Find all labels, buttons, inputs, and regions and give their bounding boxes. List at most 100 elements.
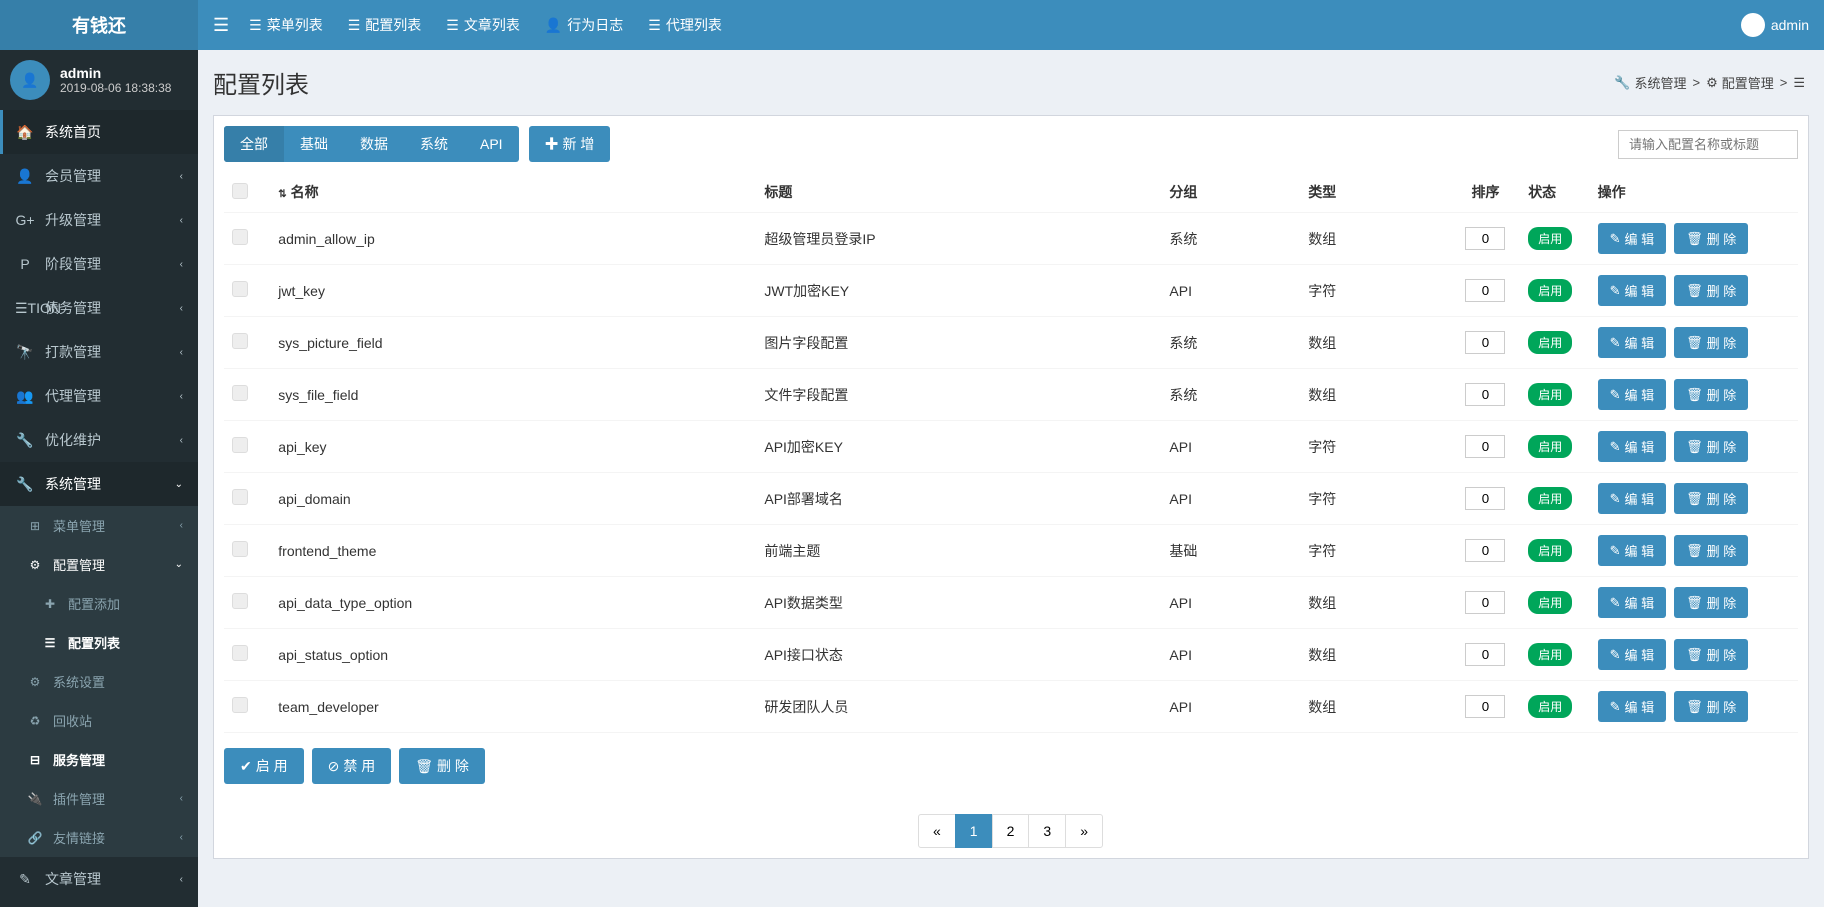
sidebar-item-stage[interactable]: P阶段管理‹ [0,242,198,286]
page-1[interactable]: 1 [955,814,993,848]
sidebar-item-optimize[interactable]: 🔧优化维护‹ [0,418,198,462]
top-nav-menu-list[interactable]: ☰菜单列表 [249,15,323,35]
status-badge[interactable]: 启用 [1528,435,1572,458]
submenu-system-settings[interactable]: ⚙系统设置 [0,662,198,701]
subsubmenu-config-list[interactable]: ☰配置列表 [0,623,198,662]
tab-system[interactable]: 系统 [404,126,464,162]
top-right-user[interactable]: admin [1741,13,1824,37]
delete-button[interactable]: 🗑删 除 [399,748,485,784]
status-badge[interactable]: 启用 [1528,487,1572,510]
ban-icon: ⊘ [328,758,340,775]
status-badge[interactable]: 启用 [1528,643,1572,666]
edit-button[interactable]: ✎编 辑 [1598,223,1667,254]
sidebar-item-system[interactable]: 🔧系统管理⌄ [0,462,198,506]
submenu-service-mgmt[interactable]: ⊟服务管理 [0,740,198,779]
logo[interactable]: 有钱还 [0,0,198,50]
th-name[interactable]: ⇅名称 [270,172,756,213]
breadcrumb-item[interactable]: 系统管理 [1634,73,1686,92]
delete-button[interactable]: 🗑删 除 [1674,483,1748,514]
top-nav-config-list[interactable]: ☰配置列表 [348,15,422,35]
submenu-plugin-mgmt[interactable]: 🔌插件管理‹ [0,779,198,818]
delete-button[interactable]: 🗑删 除 [1674,275,1748,306]
top-nav-behavior-log[interactable]: 👤行为日志 [545,15,623,35]
sort-input[interactable] [1465,487,1505,510]
delete-button[interactable]: 🗑删 除 [1674,431,1748,462]
sidebar-item-home[interactable]: 🏠系统首页 [0,110,198,154]
sidebar-item-debt[interactable]: ☰TION债务管理‹ [0,286,198,330]
row-checkbox[interactable] [232,333,248,349]
delete-button[interactable]: 🗑删 除 [1674,535,1748,566]
row-checkbox[interactable] [232,385,248,401]
sidebar-item-agent[interactable]: 👥代理管理‹ [0,374,198,418]
edit-button[interactable]: ✎编 辑 [1598,327,1667,358]
tab-data[interactable]: 数据 [344,126,404,162]
status-badge[interactable]: 启用 [1528,227,1572,250]
row-checkbox[interactable] [232,437,248,453]
status-badge[interactable]: 启用 [1528,383,1572,406]
submenu-links[interactable]: 🔗友情链接‹ [0,818,198,857]
row-checkbox[interactable] [232,281,248,297]
edit-button[interactable]: ✎编 辑 [1598,379,1667,410]
add-button[interactable]: ✚ 新 增 [529,126,611,162]
sort-input[interactable] [1465,227,1505,250]
status-badge[interactable]: 启用 [1528,539,1572,562]
row-checkbox[interactable] [232,489,248,505]
sort-input[interactable] [1465,331,1505,354]
disable-button[interactable]: ⊘禁 用 [312,748,392,784]
select-all-checkbox[interactable] [232,183,248,199]
sort-input[interactable] [1465,695,1505,718]
page-3[interactable]: 3 [1028,814,1066,848]
edit-button[interactable]: ✎编 辑 [1598,483,1667,514]
row-checkbox[interactable] [232,593,248,609]
sort-input[interactable] [1465,279,1505,302]
search-input[interactable] [1618,130,1798,159]
sort-input[interactable] [1465,435,1505,458]
sidebar-item-payment[interactable]: 🔭打款管理‹ [0,330,198,374]
status-badge[interactable]: 启用 [1528,331,1572,354]
sidebar-item-article[interactable]: ✎文章管理‹ [0,857,198,901]
row-checkbox[interactable] [232,229,248,245]
delete-button[interactable]: 🗑删 除 [1674,379,1748,410]
tab-api[interactable]: API [464,126,519,162]
edit-button[interactable]: ✎编 辑 [1598,431,1667,462]
top-nav-article-list[interactable]: ☰文章列表 [446,15,520,35]
row-checkbox[interactable] [232,541,248,557]
status-badge[interactable]: 启用 [1528,591,1572,614]
delete-button[interactable]: 🗑删 除 [1674,223,1748,254]
edit-icon: ✎ [1610,491,1621,507]
edit-button[interactable]: ✎编 辑 [1598,275,1667,306]
delete-button[interactable]: 🗑删 除 [1674,587,1748,618]
sort-input[interactable] [1465,643,1505,666]
page-2[interactable]: 2 [992,814,1030,848]
breadcrumb-item[interactable]: 配置管理 [1722,73,1774,92]
row-checkbox[interactable] [232,697,248,713]
submenu-config-mgmt[interactable]: ⚙配置管理⌄ [0,545,198,584]
tab-basic[interactable]: 基础 [284,126,344,162]
row-checkbox[interactable] [232,645,248,661]
submenu-menu-mgmt[interactable]: ⊞菜单管理‹ [0,506,198,545]
delete-button[interactable]: 🗑删 除 [1674,691,1748,722]
edit-button[interactable]: ✎编 辑 [1598,587,1667,618]
sidebar-item-member[interactable]: 👤会员管理‹ [0,154,198,198]
sidebar-item-member-data[interactable]: in会员资料管理‹ [0,901,198,907]
tab-all[interactable]: 全部 [224,126,284,162]
page-next[interactable]: » [1065,814,1103,848]
sort-input[interactable] [1465,383,1505,406]
status-badge[interactable]: 启用 [1528,279,1572,302]
status-badge[interactable]: 启用 [1528,695,1572,718]
submenu-recycle[interactable]: ♻回收站 [0,701,198,740]
edit-button[interactable]: ✎编 辑 [1598,691,1667,722]
delete-button[interactable]: 🗑删 除 [1674,327,1748,358]
delete-button[interactable]: 🗑删 除 [1674,639,1748,670]
hamburger-icon[interactable]: ☰ [213,15,229,36]
edit-button[interactable]: ✎编 辑 [1598,535,1667,566]
subsubmenu-config-add[interactable]: ✚配置添加 [0,584,198,623]
sort-input[interactable] [1465,591,1505,614]
sidebar-item-upgrade[interactable]: G+升级管理‹ [0,198,198,242]
cell-group: 系统 [1161,369,1300,421]
page-prev[interactable]: « [918,814,956,848]
enable-button[interactable]: ✔启 用 [224,748,304,784]
edit-button[interactable]: ✎编 辑 [1598,639,1667,670]
sort-input[interactable] [1465,539,1505,562]
top-nav-agent-list[interactable]: ☰代理列表 [648,15,722,35]
